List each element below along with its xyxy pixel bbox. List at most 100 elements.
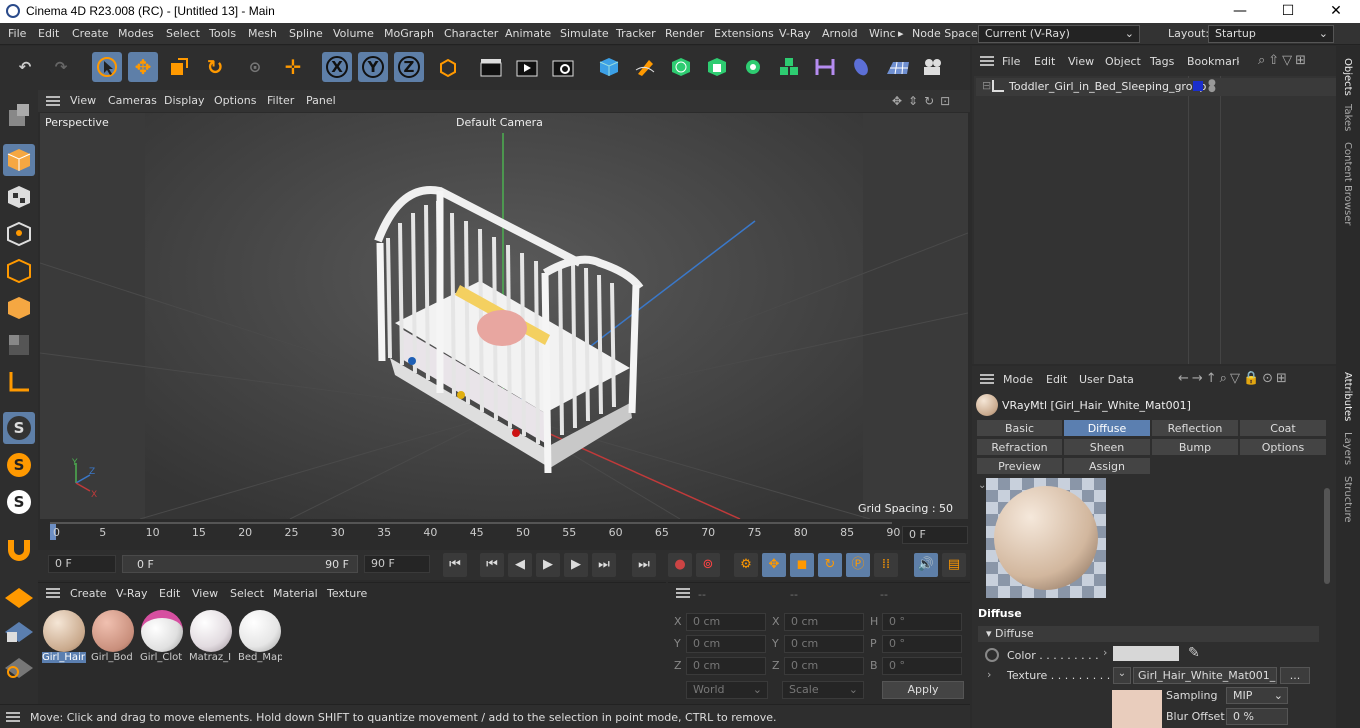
object-row[interactable]: ⊟ Toddler_Girl_in_Bed_Sleeping_group ● ● <box>976 78 1336 96</box>
menu-volume[interactable]: Volume <box>333 27 374 40</box>
redo-button[interactable]: ↷ <box>46 52 76 82</box>
next-frame-button[interactable]: ▶ <box>564 553 588 577</box>
texture-mode-button[interactable] <box>3 181 35 213</box>
start-frame-field[interactable]: 0 F <box>48 555 116 573</box>
menu-vray[interactable]: V-Ray <box>779 27 811 40</box>
menu-character[interactable]: Character <box>444 27 498 40</box>
objects-menu-object[interactable]: Object <box>1105 55 1141 68</box>
material-menu-create[interactable]: Create <box>70 587 107 600</box>
menu-create[interactable]: Create <box>72 27 109 40</box>
previous-key-button[interactable]: ⏮ <box>480 553 504 577</box>
menu-tools[interactable]: Tools <box>209 27 236 40</box>
snap-settings-button[interactable]: S <box>3 449 35 481</box>
attributes-toolbar-icons[interactable]: ←→↑⌕▽🔒⊙⊞ <box>1178 371 1290 386</box>
viewport-hamburger-icon[interactable] <box>46 96 60 106</box>
field-button[interactable] <box>846 52 876 82</box>
tab-options[interactable]: Options <box>1239 438 1327 456</box>
frame-range-slider[interactable]: 0 F 90 F <box>122 555 358 573</box>
play-button[interactable]: ▶ <box>536 553 560 577</box>
material-swatch[interactable]: Matraz_I <box>189 610 233 666</box>
sampling-dropdown[interactable]: MIP ⌄ <box>1226 687 1288 704</box>
material-menu-texture[interactable]: Texture <box>327 587 367 600</box>
status-hamburger-icon[interactable] <box>6 712 20 722</box>
menu-edit[interactable]: Edit <box>38 27 59 40</box>
material-swatch[interactable]: Girl_Bod <box>91 610 135 666</box>
timeline-ruler[interactable] <box>38 520 970 550</box>
diffuse-group-header[interactable]: ▾ Diffuse <box>978 626 1319 642</box>
floor-button[interactable] <box>882 52 912 82</box>
menu-spline[interactable]: Spline <box>289 27 323 40</box>
locked-workplane-button[interactable] <box>3 614 35 646</box>
menu-file[interactable]: File <box>8 27 26 40</box>
chevron-right-icon[interactable]: › <box>987 668 991 681</box>
texture-shader-field[interactable]: Girl_Hair_White_Mat001_Dif <box>1133 667 1277 684</box>
menu-select[interactable]: Select <box>166 27 200 40</box>
texture-dropdown-arrow-icon[interactable]: ⌄ <box>1113 667 1131 684</box>
coordinates-hamburger-icon[interactable] <box>676 588 690 598</box>
tab-assign[interactable]: Assign <box>1063 457 1151 475</box>
objects-menu-edit[interactable]: Edit <box>1034 55 1055 68</box>
world-dropdown[interactable]: World ⌄ <box>686 681 768 699</box>
viewport-menu-filter[interactable]: Filter <box>267 94 294 107</box>
scale-dropdown[interactable]: Scale ⌄ <box>782 681 864 699</box>
render-settings-button[interactable] <box>548 52 578 82</box>
attributes-scrollbar[interactable] <box>1324 488 1330 584</box>
material-swatch[interactable]: Bed_Map <box>238 610 282 666</box>
maximize-button[interactable]: ☐ <box>1268 2 1308 20</box>
viewport-menu-cameras[interactable]: Cameras <box>108 94 157 107</box>
points-mode-button[interactable] <box>3 218 35 250</box>
coord-rotation-field[interactable]: 0 ° <box>882 657 962 675</box>
undo-button[interactable]: ↶ <box>10 52 40 82</box>
material-preview[interactable] <box>986 478 1106 598</box>
key-position-button[interactable]: ✥ <box>762 553 786 577</box>
objects-menu-tags[interactable]: Tags <box>1150 55 1174 68</box>
next-key-button[interactable]: ⏭ <box>592 553 616 577</box>
apply-button[interactable]: Apply <box>882 681 964 699</box>
make-editable-button[interactable] <box>3 100 35 132</box>
color-swatch[interactable] <box>1113 646 1179 661</box>
coord-position-field[interactable]: 0 cm <box>686 657 766 675</box>
tab-bump[interactable]: Bump <box>1151 438 1239 456</box>
keyframe-selection-button[interactable]: ⚙ <box>734 553 758 577</box>
model-mode-button[interactable] <box>3 144 35 176</box>
node-space-dropdown[interactable]: Current (V-Ray) ⌄ <box>978 25 1140 43</box>
blur-offset-field[interactable]: 0 % <box>1226 708 1288 725</box>
viewport-menu-panel[interactable]: Panel <box>306 94 336 107</box>
record-keys-button[interactable]: ● <box>668 553 692 577</box>
snap-move-tool[interactable]: ✛ <box>278 52 308 82</box>
coord-size-field[interactable]: 0 cm <box>784 635 864 653</box>
objects-hamburger-icon[interactable] <box>980 56 994 66</box>
material-menu-select[interactable]: Select <box>230 587 264 600</box>
material-menu-vray[interactable]: V-Ray <box>116 587 148 600</box>
axis-mode-button[interactable] <box>3 366 35 398</box>
objects-menu-bookmarks[interactable]: Bookmarks <box>1187 55 1239 68</box>
edges-mode-button[interactable] <box>3 255 35 287</box>
side-tab-objects[interactable]: Objects <box>1342 58 1353 96</box>
tab-sheen[interactable]: Sheen <box>1063 438 1151 456</box>
side-tab-structure[interactable]: Structure <box>1342 476 1353 523</box>
menu-mesh[interactable]: Mesh <box>248 27 277 40</box>
menu-simulate[interactable]: Simulate <box>560 27 609 40</box>
render-to-picture-viewer-button[interactable] <box>512 52 542 82</box>
magnet-button[interactable] <box>3 532 35 564</box>
autokey-button[interactable]: ⊚ <box>696 553 720 577</box>
attributes-menu-user-data[interactable]: User Data <box>1079 373 1134 386</box>
mograph-cubes-button[interactable] <box>774 52 804 82</box>
material-swatch[interactable]: Girl_Clot <box>140 610 184 666</box>
viewport-menu-display[interactable]: Display <box>164 94 205 107</box>
key-parameter-button[interactable]: Ⓟ <box>846 553 870 577</box>
camera-button[interactable] <box>918 52 948 82</box>
deformer-button[interactable] <box>810 52 840 82</box>
minimize-button[interactable]: — <box>1220 2 1260 20</box>
attributes-menu-mode[interactable]: Mode <box>1003 373 1033 386</box>
polygons-mode-button[interactable] <box>3 292 35 324</box>
previous-frame-button[interactable]: ◀ <box>508 553 532 577</box>
side-tab-layers[interactable]: Layers <box>1342 432 1353 465</box>
menu-mograph[interactable]: MoGraph <box>384 27 434 40</box>
texture-more-button[interactable]: ... <box>1280 667 1310 684</box>
visibility-dots-icon[interactable]: ● ● <box>1208 79 1216 94</box>
tab-preview-settings[interactable]: Preview Settings <box>976 457 1063 491</box>
material-hamburger-icon[interactable] <box>46 588 60 598</box>
menu-render[interactable]: Render <box>665 27 704 40</box>
end-frame-field[interactable]: 90 F <box>364 555 430 573</box>
